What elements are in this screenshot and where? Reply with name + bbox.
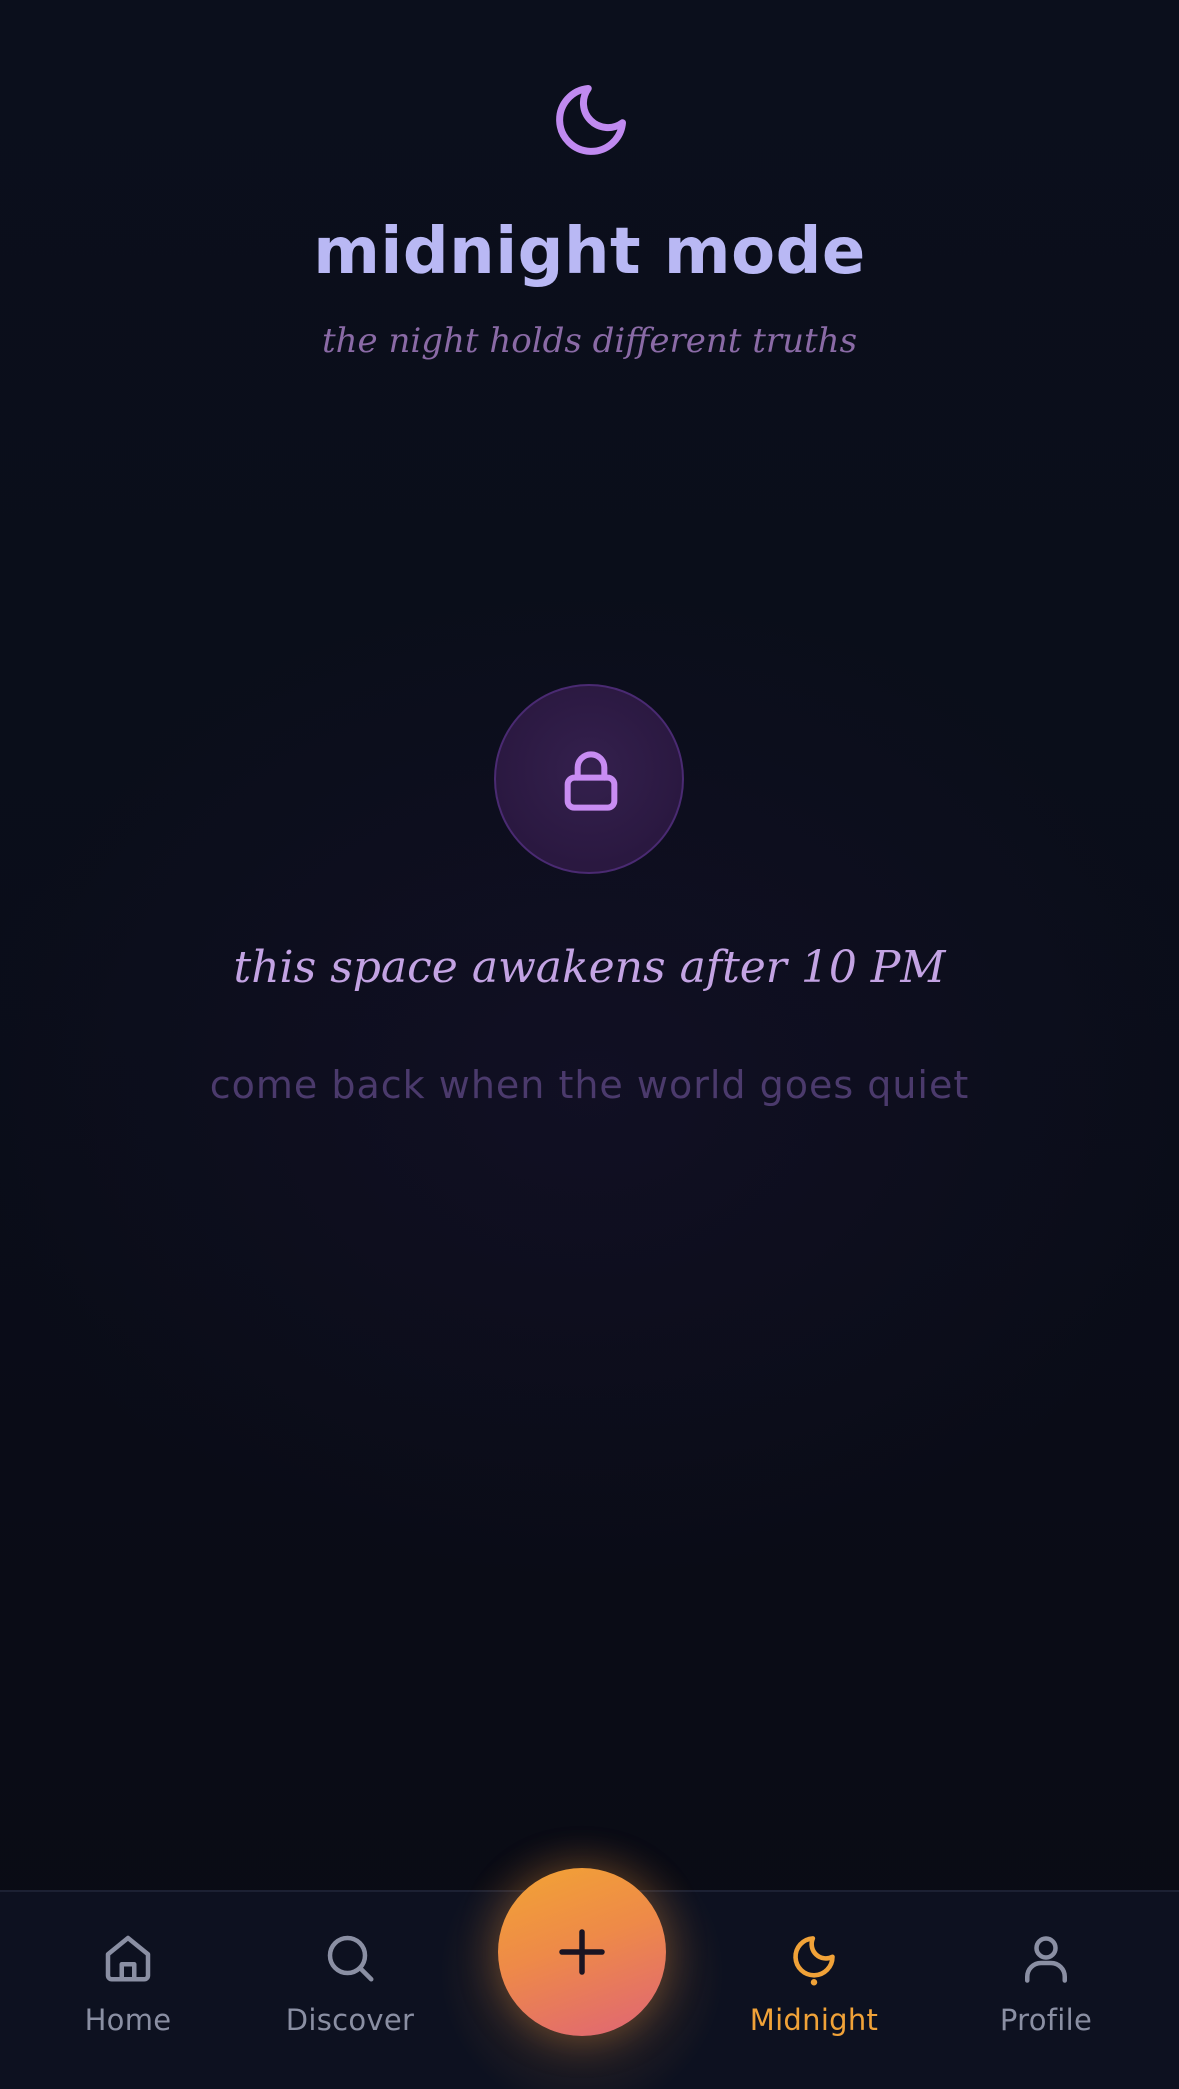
nav-item-discover[interactable]: Discover bbox=[250, 1928, 450, 2048]
home-icon bbox=[105, 1935, 151, 1982]
search-icon bbox=[327, 1935, 374, 1982]
moon-icon bbox=[556, 85, 626, 155]
plus-icon bbox=[559, 1929, 605, 1975]
lock-badge bbox=[494, 684, 684, 874]
nav-item-profile[interactable]: Profile bbox=[946, 1928, 1146, 2048]
nav-label-home: Home bbox=[84, 2003, 172, 2037]
nav-label-discover: Discover bbox=[285, 2003, 415, 2037]
user-icon bbox=[1025, 1936, 1067, 1983]
page-title: midnight mode bbox=[313, 215, 866, 289]
locked-headline: this space awakens after 10 PM bbox=[233, 942, 946, 993]
midnight-screen: midnight mode the night holds different … bbox=[0, 0, 1179, 2089]
create-post-button[interactable] bbox=[498, 1868, 666, 2036]
nav-label-midnight: Midnight bbox=[749, 2003, 879, 2037]
nav-label-profile: Profile bbox=[999, 2003, 1093, 2037]
locked-subtext: come back when the world goes quiet bbox=[209, 1063, 970, 1107]
nav-item-midnight[interactable]: Midnight bbox=[714, 1928, 914, 2048]
moon-icon bbox=[793, 1936, 835, 1986]
lock-icon bbox=[564, 751, 618, 811]
page-subtitle: the night holds different truths bbox=[321, 321, 858, 361]
nav-item-home[interactable]: Home bbox=[28, 1928, 228, 2048]
